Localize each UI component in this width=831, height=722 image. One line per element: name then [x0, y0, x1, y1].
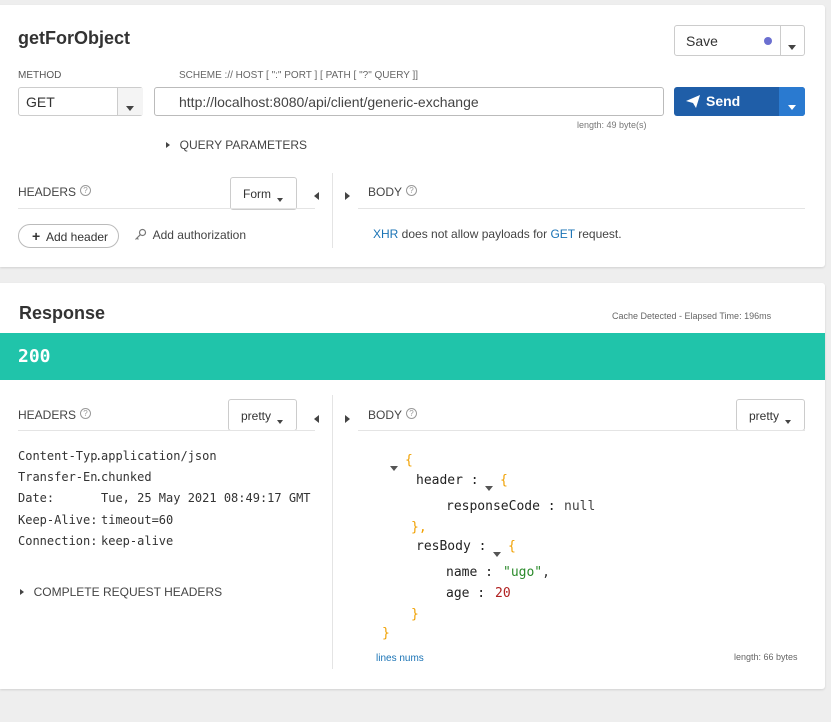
- json-header-collapse-icon[interactable]: [485, 479, 493, 494]
- collapse-left-icon[interactable]: [314, 188, 319, 203]
- send-options-chevron-down-icon: [788, 99, 796, 114]
- request-headers-heading: HEADERS?: [18, 185, 92, 199]
- json-value-name: "ugo",: [503, 565, 550, 580]
- headers-help-icon[interactable]: ?: [80, 185, 92, 196]
- response-collapse-right-icon[interactable]: [345, 411, 350, 426]
- url-input[interactable]: http://localhost:8080/api/client/generic…: [154, 87, 664, 116]
- plus-icon: +: [32, 228, 41, 244]
- request-body-heading: BODY?: [368, 185, 418, 199]
- response-headers-mode-select[interactable]: pretty: [228, 399, 297, 431]
- query-parameters-toggle[interactable]: QUERY PARAMETERS: [166, 136, 307, 152]
- method-select-value: GET: [26, 94, 55, 110]
- headers-mode-select[interactable]: Form: [230, 177, 297, 210]
- body-payload-note: XHR does not allow payloads for GET requ…: [373, 227, 622, 241]
- json-key-responseCode: responseCode :: [446, 499, 556, 514]
- response-meta: Cache Detected - Elapsed Time: 196ms: [612, 311, 772, 321]
- json-key-age: age :: [446, 586, 486, 601]
- get-link[interactable]: GET: [550, 227, 574, 241]
- response-headers-heading: HEADERS?: [18, 408, 92, 422]
- request-title: getForObject: [18, 28, 131, 48]
- lines-nums-link[interactable]: lines nums: [376, 653, 424, 664]
- response-headers-chevron-down-icon: [277, 414, 283, 428]
- response-title: Response: [19, 303, 106, 323]
- status-code: 200: [18, 346, 51, 367]
- url-input-value: http://localhost:8080/api/client/generic…: [179, 94, 479, 110]
- request-panel: getForObject Save METHOD SCHEME :// HOST…: [0, 5, 825, 267]
- save-options-chevron-down-icon[interactable]: [788, 38, 796, 54]
- response-body-chevron-down-icon: [785, 414, 791, 428]
- query-parameters-label: QUERY PARAMETERS: [179, 137, 307, 152]
- json-key-resBody: resBody :: [416, 539, 487, 554]
- body-help-icon[interactable]: ?: [406, 185, 418, 196]
- json-value-responseCode: null: [564, 499, 596, 514]
- save-button-group: Save: [674, 25, 805, 56]
- complete-request-headers-toggle[interactable]: COMPLETE REQUEST HEADERS: [20, 583, 222, 599]
- json-key-header: header :: [416, 473, 479, 488]
- response-body-help-icon[interactable]: ?: [406, 408, 418, 419]
- headers-mode-value: Form: [243, 187, 271, 201]
- status-bar: 200: [0, 333, 825, 380]
- save-button[interactable]: Save: [686, 33, 718, 49]
- method-select[interactable]: GET: [18, 87, 143, 116]
- xhr-link[interactable]: XHR: [373, 227, 398, 241]
- url-length-note: length: 49 byte(s): [577, 120, 647, 130]
- response-panel: Response Cache Detected - Elapsed Time: …: [0, 283, 825, 689]
- json-root-collapse-icon[interactable]: [390, 459, 398, 474]
- url-label: SCHEME :// HOST [ ":" PORT ] [ PATH [ "?…: [179, 70, 419, 81]
- response-body-heading: BODY?: [368, 408, 418, 422]
- method-label: METHOD: [18, 70, 62, 81]
- send-options-button[interactable]: [779, 87, 805, 116]
- send-paper-plane-icon: [686, 95, 700, 111]
- add-authorization-link[interactable]: Add authorization: [134, 228, 246, 244]
- response-length-note: length: 66 bytes: [734, 652, 798, 662]
- unsaved-dot-icon: [764, 37, 772, 45]
- expand-caret-icon: [166, 142, 170, 148]
- response-collapse-left-icon[interactable]: [314, 411, 319, 426]
- expand-caret-icon: [20, 589, 24, 595]
- send-button-group: Send: [674, 87, 805, 116]
- key-icon: [134, 228, 151, 244]
- response-headers-help-icon[interactable]: ?: [80, 408, 92, 419]
- response-body-mode-select[interactable]: pretty: [736, 399, 805, 431]
- headers-mode-chevron-down-icon: [277, 192, 283, 206]
- json-resBody-collapse-icon[interactable]: [493, 545, 501, 560]
- collapse-right-icon[interactable]: [345, 188, 350, 203]
- method-chevron-down-icon: [126, 99, 134, 115]
- add-header-button[interactable]: + Add header: [18, 224, 119, 248]
- send-button[interactable]: Send: [706, 93, 740, 109]
- json-key-name: name :: [446, 565, 493, 580]
- json-value-age: 20: [495, 586, 511, 601]
